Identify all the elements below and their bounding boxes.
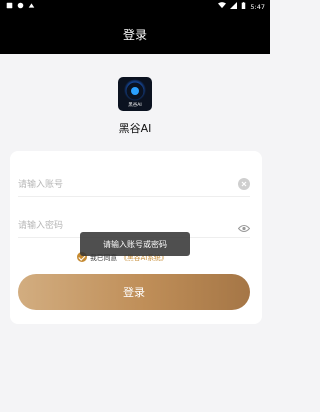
- battery-icon: [241, 2, 246, 11]
- app-bar: 登录: [0, 12, 270, 54]
- eye-icon[interactable]: [237, 218, 251, 232]
- signal-icon: [230, 2, 238, 11]
- login-button[interactable]: 登录: [18, 274, 250, 310]
- notification-icon: [17, 2, 24, 11]
- status-time: 5:47: [250, 2, 265, 11]
- notification-icon: [6, 2, 13, 11]
- password-input-placeholder[interactable]: 请输入密码: [18, 218, 63, 231]
- toast-message: 请输入账号或密码: [80, 232, 190, 256]
- logo-text: 黑谷AI: [128, 103, 142, 108]
- app-name: 黑谷AI: [118, 122, 152, 135]
- page-title: 登录: [122, 28, 147, 42]
- status-bar: 5:47: [0, 0, 270, 12]
- account-field[interactable]: 请输入账号: [18, 170, 250, 197]
- app-logo: 黑谷AI: [118, 77, 152, 111]
- clear-icon[interactable]: [238, 175, 250, 190]
- account-input-placeholder[interactable]: 请输入账号: [18, 177, 63, 190]
- wifi-icon: [218, 2, 227, 11]
- notification-icon: [28, 2, 35, 11]
